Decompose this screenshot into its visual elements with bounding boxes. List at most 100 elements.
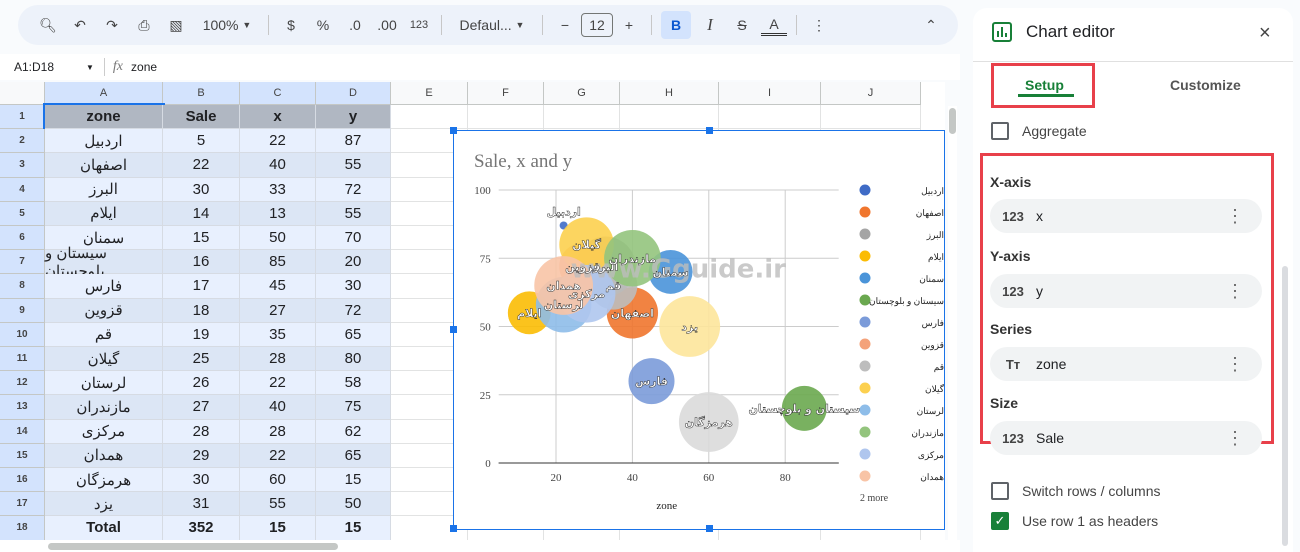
column-header-c[interactable]: C — [240, 82, 316, 105]
column-header-b[interactable]: B — [163, 82, 240, 105]
table-cell[interactable]: 352 — [163, 516, 240, 540]
scrollbar-thumb[interactable] — [949, 108, 956, 134]
currency-button[interactable]: $ — [278, 11, 304, 39]
table-cell[interactable]: 18 — [163, 298, 240, 323]
resize-handle[interactable] — [706, 127, 713, 134]
table-cell[interactable]: 33 — [240, 177, 316, 202]
table-cell[interactable]: قزوین — [45, 298, 163, 323]
table-cell[interactable]: 58 — [316, 371, 391, 396]
table-cell[interactable]: Total — [45, 516, 163, 540]
table-cell[interactable]: 80 — [316, 347, 391, 372]
collapse-toolbar-icon[interactable]: ⌃ — [918, 11, 944, 39]
table-cell[interactable]: مرکزی — [45, 419, 163, 444]
table-cell[interactable]: اصفهان — [45, 153, 163, 178]
more-options-icon[interactable]: ⋮ — [806, 11, 832, 39]
table-cell[interactable]: 45 — [240, 274, 316, 299]
table-cell[interactable]: 55 — [240, 492, 316, 517]
zoom-select[interactable]: 100% ▼ — [195, 11, 259, 39]
more-vert-icon[interactable]: ⋮ — [1226, 207, 1244, 225]
table-cell[interactable]: یزد — [45, 492, 163, 517]
table-cell[interactable]: 55 — [316, 201, 391, 226]
table-cell[interactable]: 22 — [163, 153, 240, 178]
table-cell[interactable]: 22 — [240, 129, 316, 154]
number-format-button[interactable]: 123 — [406, 11, 432, 39]
row-header[interactable]: 12 — [0, 371, 45, 396]
table-cell[interactable]: 28 — [240, 419, 316, 444]
empty-cell[interactable] — [620, 105, 719, 130]
column-header-a[interactable]: A — [45, 82, 163, 105]
table-cell[interactable]: 17 — [163, 274, 240, 299]
row-header[interactable]: 15 — [0, 443, 45, 468]
header-cell[interactable]: x — [240, 105, 316, 130]
table-cell[interactable]: 28 — [163, 419, 240, 444]
table-cell[interactable]: 29 — [163, 443, 240, 468]
font-size-input[interactable]: 12 — [581, 13, 613, 37]
table-cell[interactable]: البرز — [45, 177, 163, 202]
table-cell[interactable]: 30 — [163, 468, 240, 493]
row-header[interactable]: 4 — [0, 177, 45, 202]
paint-format-icon[interactable]: ▧ — [163, 11, 189, 39]
switch-rows-columns-checkbox[interactable] — [991, 482, 1009, 500]
aggregate-checkbox[interactable] — [991, 122, 1009, 140]
bubble-chart[interactable]: Sale, x and y 0 25 50 75 100 20 40 60 80 zone www.G… — [453, 130, 945, 530]
table-cell[interactable]: 22 — [240, 371, 316, 396]
table-cell[interactable]: 60 — [240, 468, 316, 493]
empty-cell[interactable] — [391, 105, 468, 130]
font-size-increase-button[interactable]: + — [616, 11, 642, 39]
row-header[interactable]: 8 — [0, 274, 45, 299]
italic-button[interactable]: I — [697, 11, 723, 39]
name-box-dropdown-icon[interactable]: ▼ — [86, 63, 94, 72]
horizontal-scrollbar[interactable] — [0, 540, 960, 552]
row-header[interactable]: 11 — [0, 347, 45, 372]
redo-icon[interactable]: ↷ — [99, 11, 125, 39]
table-cell[interactable]: 40 — [240, 395, 316, 420]
size-chip[interactable]: 123 Sale ⋮ — [990, 421, 1262, 455]
more-vert-icon[interactable]: ⋮ — [1226, 355, 1244, 373]
column-header-i[interactable]: I — [719, 82, 821, 105]
table-cell[interactable]: 72 — [316, 298, 391, 323]
table-cell[interactable]: 62 — [316, 419, 391, 444]
increase-decimal-button[interactable]: .00 — [374, 11, 400, 39]
resize-handle[interactable] — [450, 127, 457, 134]
table-cell[interactable]: 15 — [240, 516, 316, 540]
editor-scrollbar[interactable] — [1282, 266, 1288, 546]
table-cell[interactable]: 87 — [316, 129, 391, 154]
empty-cell[interactable] — [719, 105, 821, 130]
table-cell[interactable]: 13 — [240, 201, 316, 226]
row-header[interactable]: 17 — [0, 492, 45, 517]
table-cell[interactable]: 27 — [163, 395, 240, 420]
table-cell[interactable]: سیستان و بلوچستان — [45, 245, 163, 280]
table-cell[interactable]: 50 — [316, 492, 391, 517]
strikethrough-button[interactable]: S — [729, 11, 755, 39]
series-chip[interactable]: Tт zone ⋮ — [990, 347, 1262, 381]
percent-button[interactable]: % — [310, 11, 336, 39]
table-cell[interactable]: فارس — [45, 274, 163, 299]
xaxis-chip[interactable]: 123 x ⋮ — [990, 199, 1262, 233]
font-size-decrease-button[interactable]: − — [552, 11, 578, 39]
row-header[interactable]: 10 — [0, 322, 45, 347]
table-cell[interactable]: 40 — [240, 153, 316, 178]
table-cell[interactable]: 30 — [163, 177, 240, 202]
table-cell[interactable]: ایلام — [45, 201, 163, 226]
column-header-d[interactable]: D — [316, 82, 391, 105]
vertical-scrollbar[interactable] — [948, 106, 957, 540]
table-cell[interactable]: مازندران — [45, 395, 163, 420]
row-header[interactable]: 18 — [0, 516, 45, 540]
header-cell[interactable]: y — [316, 105, 391, 130]
table-cell[interactable]: 65 — [316, 322, 391, 347]
formula-input[interactable]: zone — [131, 60, 157, 74]
column-header-e[interactable]: E — [391, 82, 468, 105]
row-header[interactable]: 2 — [0, 129, 45, 154]
table-cell[interactable]: گیلان — [45, 347, 163, 372]
table-cell[interactable]: هرمزگان — [45, 468, 163, 493]
use-row1-headers-checkbox[interactable]: ✓ — [991, 512, 1009, 530]
table-cell[interactable]: 55 — [316, 153, 391, 178]
table-cell[interactable]: 28 — [240, 347, 316, 372]
table-cell[interactable]: 75 — [316, 395, 391, 420]
table-cell[interactable]: 14 — [163, 201, 240, 226]
table-cell[interactable]: لرستان — [45, 371, 163, 396]
more-vert-icon[interactable]: ⋮ — [1226, 429, 1244, 447]
row-header[interactable]: 13 — [0, 395, 45, 420]
header-cell[interactable]: zone — [43, 102, 165, 132]
close-icon[interactable]: × — [1259, 22, 1271, 45]
